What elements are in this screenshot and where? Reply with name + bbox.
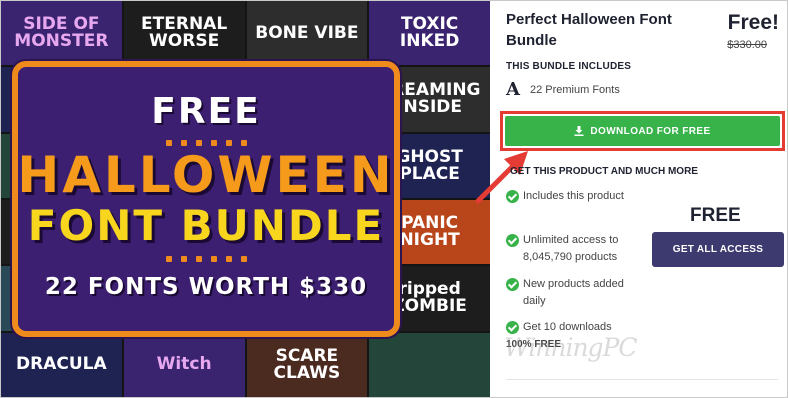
- badge-dots: [165, 256, 247, 263]
- check-icon: [506, 190, 519, 203]
- includes-heading: THIS BUNDLE INCLUDES: [506, 61, 632, 72]
- badge-free-text: FREE: [151, 91, 261, 132]
- download-for-free-button[interactable]: DOWNLOAD FOR FREE: [505, 116, 780, 146]
- product-panel: Perfect Halloween Font Bundle Free! $330…: [475, 1, 787, 397]
- watermark: WinningPC: [504, 333, 638, 362]
- access-price: FREE: [690, 205, 741, 226]
- badge-halloween-text: HALLOWEEN: [17, 146, 395, 204]
- get-more-heading: GET THIS PRODUCT AND MUCH MORE: [510, 166, 698, 177]
- feature-item: Unlimited access to 8,045,790 products: [506, 232, 646, 266]
- product-title: Perfect Halloween Font Bundle: [506, 11, 672, 49]
- check-icon: [506, 234, 519, 247]
- promo-image: SIDE OF MONSTER ETERNAL WORSE BONE VIBE …: [1, 1, 490, 397]
- feature-item: Includes this product: [506, 188, 646, 205]
- feature-item: New products added daily: [506, 276, 646, 310]
- font-tile: TOXIC INKED: [369, 1, 490, 66]
- font-count: 22 Premium Fonts: [529, 83, 620, 96]
- badge-subtitle: 22 FONTS WORTH $330: [44, 274, 368, 301]
- original-price: $330.00: [727, 39, 767, 51]
- font-tile: ETERNAL WORSE: [123, 1, 245, 66]
- get-all-access-button[interactable]: GET ALL ACCESS: [652, 232, 784, 267]
- font-icon: A: [506, 79, 520, 100]
- font-tile: SIDE OF MONSTER: [1, 1, 122, 66]
- font-tile: DRACULA: [1, 332, 122, 397]
- font-count-row: A 22 Premium Fonts: [506, 79, 620, 100]
- font-tile: Witch: [123, 332, 245, 397]
- download-label: DOWNLOAD FOR FREE: [590, 125, 711, 137]
- divider: [506, 379, 778, 380]
- font-tile: SCARE CLAWS: [246, 332, 368, 397]
- font-tile: [369, 332, 490, 397]
- font-tile: BONE VIBE: [246, 1, 368, 66]
- promo-badge: FREE HALLOWEEN FONT BUNDLE 22 FONTS WORT…: [12, 61, 400, 337]
- product-price: Free!: [727, 11, 779, 34]
- check-icon: [506, 278, 519, 291]
- download-icon: [574, 126, 584, 136]
- badge-font-bundle-text: FONT BUNDLE: [27, 201, 385, 250]
